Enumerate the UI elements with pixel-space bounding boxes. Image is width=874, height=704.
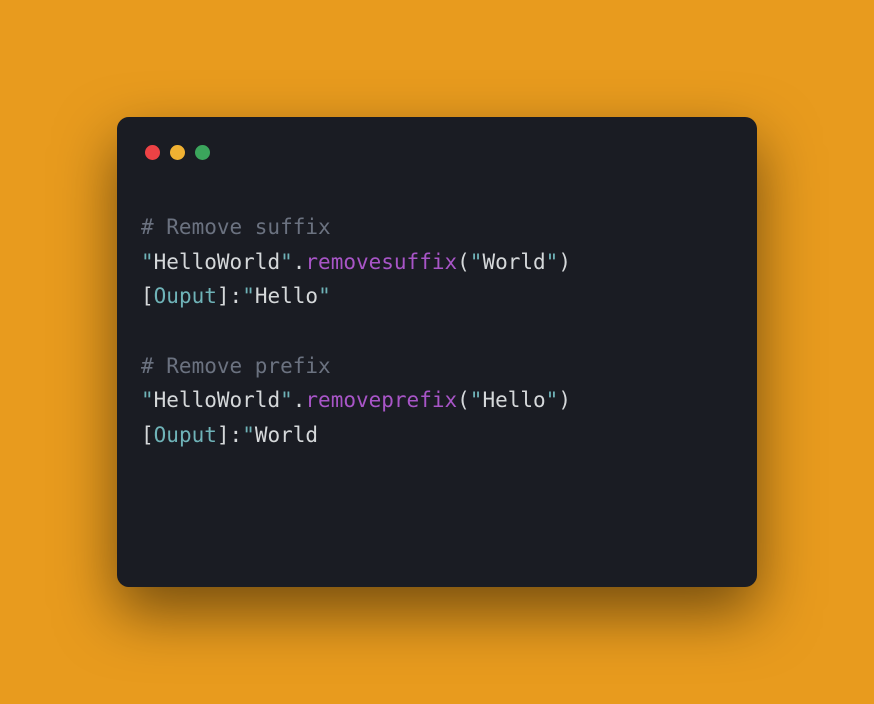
string-quote: " xyxy=(141,388,154,412)
dot-operator: . xyxy=(293,250,306,274)
string-quote: " xyxy=(280,388,293,412)
string-quote: " xyxy=(470,250,483,274)
string-quote: " xyxy=(141,250,154,274)
string-value: Hello xyxy=(482,388,545,412)
minimize-icon[interactable] xyxy=(170,145,185,160)
close-icon[interactable] xyxy=(145,145,160,160)
string-value: HelloWorld xyxy=(154,250,280,274)
bracket-close: ] xyxy=(217,284,230,308)
colon: : xyxy=(230,423,243,447)
code-window: # Remove suffix "HelloWorld".removesuffi… xyxy=(117,117,757,587)
string-quote: " xyxy=(546,250,559,274)
string-value: Hello xyxy=(255,284,318,308)
string-value: World xyxy=(482,250,545,274)
dot-operator: . xyxy=(293,388,306,412)
output-label: Ouput xyxy=(154,423,217,447)
paren-open: ( xyxy=(457,250,470,274)
string-quote: " xyxy=(280,250,293,274)
paren-close: ) xyxy=(558,250,571,274)
paren-close: ) xyxy=(558,388,571,412)
string-quote: " xyxy=(242,284,255,308)
string-value: HelloWorld xyxy=(154,388,280,412)
code-block: # Remove suffix "HelloWorld".removesuffi… xyxy=(141,210,733,452)
string-quote: " xyxy=(318,284,331,308)
bracket-close: ] xyxy=(217,423,230,447)
bracket-open: [ xyxy=(141,423,154,447)
string-quote: " xyxy=(546,388,559,412)
paren-open: ( xyxy=(457,388,470,412)
method-name: removeprefix xyxy=(305,388,457,412)
maximize-icon[interactable] xyxy=(195,145,210,160)
window-controls xyxy=(145,145,733,160)
comment-line: # Remove suffix xyxy=(141,215,331,239)
string-quote: " xyxy=(242,423,255,447)
string-quote: " xyxy=(470,388,483,412)
colon: : xyxy=(230,284,243,308)
bracket-open: [ xyxy=(141,284,154,308)
output-label: Ouput xyxy=(154,284,217,308)
string-value: World xyxy=(255,423,318,447)
method-name: removesuffix xyxy=(305,250,457,274)
comment-line: # Remove prefix xyxy=(141,354,331,378)
